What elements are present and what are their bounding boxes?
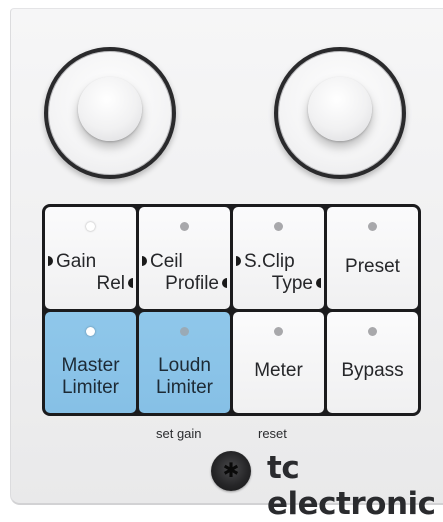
preset-label: Preset [345,255,400,277]
half-circle-left-icon [316,277,321,288]
half-circle-left-icon [222,277,227,288]
type-label: Type [271,272,313,294]
rel-label: Rel [96,272,125,294]
left-knob[interactable] [44,47,176,179]
limiter-label: Limiter [61,377,119,398]
meter-led [274,326,283,336]
sclip-type-button[interactable]: S.Clip Type [233,207,324,309]
preset-led [368,222,377,231]
left-knob-cap[interactable] [78,77,142,141]
right-knob-cap[interactable] [308,77,372,141]
loudn-limiter-led [180,326,189,336]
master-limiter-led [86,326,95,336]
gain-rel-led [86,222,95,231]
half-circle-right-icon [236,255,241,266]
loudn-limiter-button[interactable]: Loudn Limiter [139,311,230,413]
preset-button[interactable]: Preset [327,207,418,309]
ceil-label: Ceil [150,250,183,272]
half-circle-right-icon [48,255,53,266]
ceil-profile-led [180,222,189,231]
bypass-label: Bypass [341,360,404,381]
gain-label: Gain [56,250,97,272]
sclip-label: S.Clip [244,250,295,272]
half-circle-left-icon [128,277,133,288]
bypass-button[interactable]: Bypass [327,311,418,413]
right-knob[interactable] [274,47,406,179]
reset-label: reset [258,426,287,441]
limiter-label: Limiter [155,377,213,398]
usb-jack: ✱ [211,451,251,491]
brand-logo: tc electronic [267,450,436,522]
sclip-type-led [274,222,283,231]
loudn-label: Loudn [158,355,211,376]
bypass-led [368,326,377,336]
gain-rel-button[interactable]: Gain Rel [45,207,136,309]
profile-label: Profile [165,272,219,294]
set-gain-label: set gain [156,426,202,441]
meter-button[interactable]: Meter [233,311,324,413]
half-circle-right-icon [142,255,147,266]
master-label: Master [61,355,120,376]
meter-label: Meter [254,360,303,381]
jack-star-icon: ✱ [222,460,240,482]
button-grid: Gain Rel Ceil Profile S.Clip Type Preset… [42,204,421,416]
master-limiter-button[interactable]: Master Limiter [45,311,136,413]
ceil-profile-button[interactable]: Ceil Profile [139,207,230,309]
